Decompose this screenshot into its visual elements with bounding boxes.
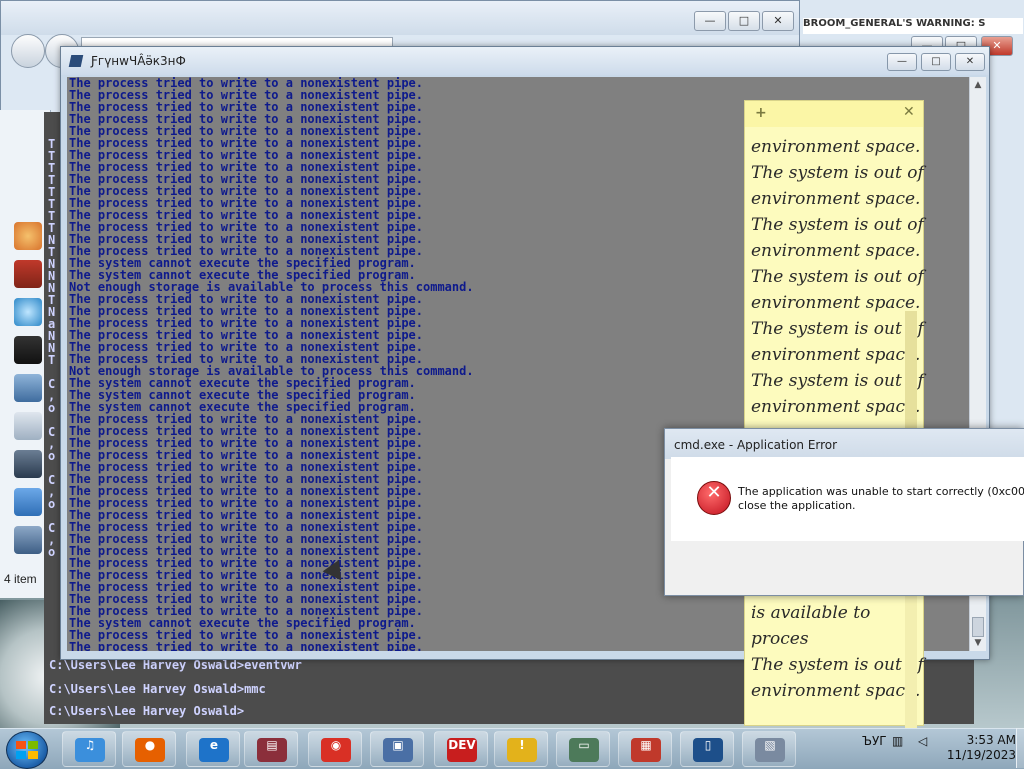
globe-icon[interactable] xyxy=(14,298,42,326)
sticky-note-titlebar[interactable]: + ✕ xyxy=(745,101,923,127)
devcpp-icon: DEV xyxy=(447,738,477,762)
console-title: ƑгүнwЧÂӛк3нФ xyxy=(91,54,186,68)
taskbar-button[interactable]: ▯ xyxy=(680,731,734,767)
browser-titlebar[interactable] xyxy=(1,1,799,35)
sticky-note-line: The system is out of xyxy=(751,163,924,183)
network-icon[interactable] xyxy=(14,412,42,440)
sticky-note-line: is available to xyxy=(751,603,871,623)
sticky-note-line: The system is out of xyxy=(751,267,924,287)
taskbar-button[interactable]: ▣ xyxy=(370,731,424,767)
user-icon[interactable] xyxy=(14,488,42,516)
sticky-note-line: environment space. xyxy=(751,241,921,261)
close-note-icon[interactable]: ✕ xyxy=(903,104,915,120)
sticky-note-line: environment space. xyxy=(751,681,921,701)
console-app-icon xyxy=(68,55,84,67)
taskbar-button[interactable]: ◉ xyxy=(308,731,362,767)
chrome-icon: ◉ xyxy=(321,738,351,762)
browser-maximize-button[interactable]: □ xyxy=(728,11,760,31)
taskbar-button[interactable]: ▧ xyxy=(742,731,796,767)
prompt-line: C:\Users\Lee Harvey Oswald>eventvwr xyxy=(49,658,302,672)
console-text: The process tried to write to a nonexist… xyxy=(69,77,474,651)
dialog-body: ✕ The application was unable to start co… xyxy=(671,457,1024,541)
sticky-note-line: environment space. xyxy=(751,137,921,157)
taskbar-button[interactable]: DEV xyxy=(434,731,488,767)
sticky-note-line: environment space. xyxy=(751,189,921,209)
application-error-dialog[interactable]: cmd.exe - Application Error ✕ The applic… xyxy=(664,428,1024,596)
dialog-message: The application was unable to start corr… xyxy=(738,485,1024,513)
browser-close-button[interactable]: ✕ xyxy=(762,11,794,31)
device-icon: ▯ xyxy=(693,738,723,762)
back-button[interactable] xyxy=(11,34,45,68)
show-desktop-button[interactable] xyxy=(1016,728,1024,768)
scroll-up-arrow-icon[interactable]: ▲ xyxy=(972,79,984,91)
dialog-title: cmd.exe - Application Error xyxy=(674,438,838,452)
taskbar-clock[interactable]: 3:53 AM 11/19/2023 xyxy=(936,733,1016,763)
console-line: The process tried to write to a nonexist… xyxy=(69,640,424,651)
add-note-icon[interactable]: + xyxy=(755,105,767,121)
console-minimize-button[interactable]: — xyxy=(887,53,917,71)
explorer-status-items: 4 item xyxy=(4,572,37,586)
taskbar-button[interactable]: ● xyxy=(122,731,176,767)
taskbar-button[interactable]: e xyxy=(186,731,240,767)
dialog-message-line1: The application was unable to start corr… xyxy=(738,485,1024,498)
start-button[interactable] xyxy=(6,731,48,769)
console-maximize-button[interactable]: □ xyxy=(921,53,951,71)
taskbar-button[interactable]: ▤ xyxy=(244,731,298,767)
taskbar-button[interactable]: ▭ xyxy=(556,731,610,767)
computer-icon[interactable] xyxy=(14,374,42,402)
taskbar-button[interactable]: ! xyxy=(494,731,548,767)
sticky-note-line: environment space. xyxy=(751,345,921,365)
tray-network-icon[interactable]: ▥ xyxy=(892,734,903,748)
clock-date: 11/19/2023 xyxy=(946,748,1016,762)
taskbar-button[interactable]: ♫ xyxy=(62,731,116,767)
sticky-note-line: proces xyxy=(751,629,809,649)
dialog-titlebar[interactable]: cmd.exe - Application Error xyxy=(665,429,1024,459)
sticky-note-line: environment space. xyxy=(751,397,921,417)
taskbar-button[interactable]: ▦ xyxy=(618,731,672,767)
computer-icon: ▣ xyxy=(383,738,413,762)
ie-icon: e xyxy=(199,738,229,762)
itunes-icon: ♫ xyxy=(75,738,105,762)
paper-icon: ▧ xyxy=(755,738,785,762)
toolbox-icon: ▦ xyxy=(631,738,661,762)
clock-time: 3:53 AM xyxy=(966,733,1016,747)
sticky-note-line: The system is out of xyxy=(751,371,924,391)
warning-icon: ! xyxy=(507,738,537,762)
warning-banner: BROOM_GENERAL'S WARNING: S xyxy=(803,18,1023,34)
dialog-message-line2: close the application. xyxy=(738,499,856,512)
sticky-note-line: environment space. xyxy=(751,293,921,313)
tray-volume-icon[interactable]: ◁ xyxy=(918,734,927,748)
sticky-note-line: The system is out of xyxy=(751,655,924,675)
monitor-icon[interactable] xyxy=(14,450,42,478)
windows-logo-icon xyxy=(16,741,38,759)
winrar-icon: ▤ xyxy=(257,738,287,762)
console-close-button[interactable]: ✕ xyxy=(955,53,985,71)
firefox-icon: ● xyxy=(135,738,165,762)
tray-language-indicator[interactable]: ЪУГ xyxy=(862,734,887,748)
palette-icon[interactable] xyxy=(14,222,42,250)
scroll-down-arrow-icon[interactable]: ▼ xyxy=(972,637,984,649)
sticky-scrollbar-thumb[interactable] xyxy=(905,311,917,431)
console-titlebar[interactable]: ƑгүнwЧÂӛк3нФ — □ ✕ xyxy=(61,47,989,75)
prompt-line: C:\Users\Lee Harvey Oswald> xyxy=(49,704,245,718)
window-icon: ▭ xyxy=(569,738,599,762)
scroll-thumb[interactable] xyxy=(972,617,984,637)
laptop-icon[interactable] xyxy=(14,526,42,554)
error-x-icon: ✕ xyxy=(697,481,731,515)
prompt-line: C:\Users\Lee Harvey Oswald>mmc xyxy=(49,682,266,696)
sticky-note-line: The system is out of xyxy=(751,215,924,235)
browser-minimize-button[interactable]: — xyxy=(694,11,726,31)
sticky-note-line: The system is out of xyxy=(751,319,924,339)
sticky-note[interactable]: + ✕ environment space. The system is out … xyxy=(744,100,924,731)
house-icon[interactable] xyxy=(14,260,42,288)
phone-icon[interactable] xyxy=(14,336,42,364)
